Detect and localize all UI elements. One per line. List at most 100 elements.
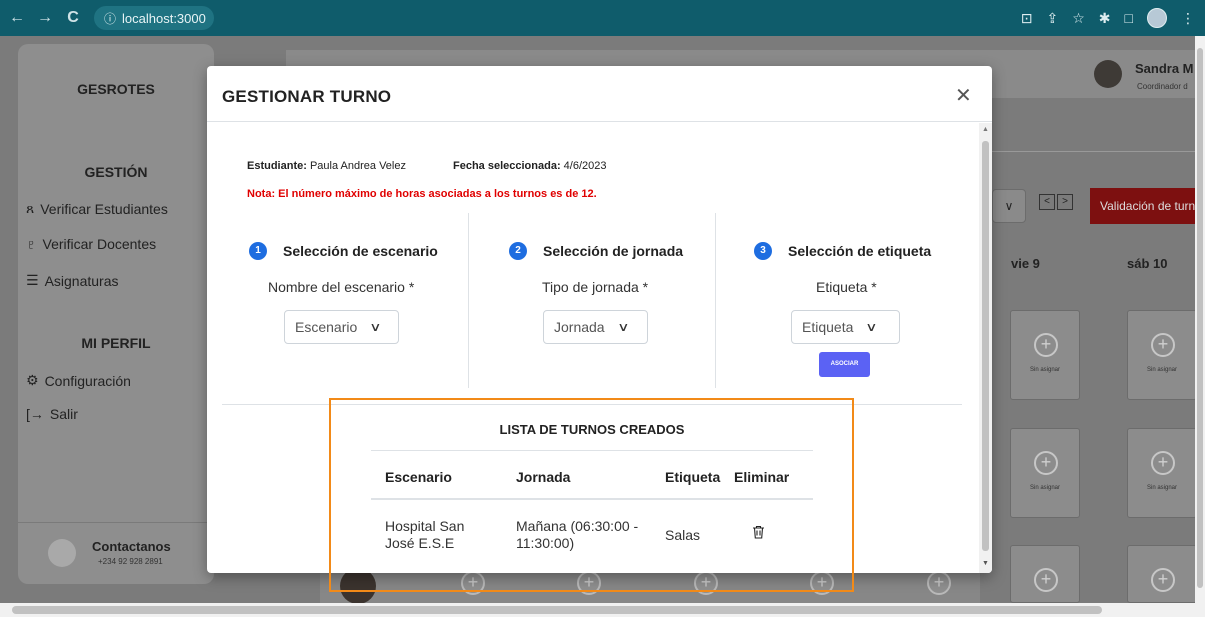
menu-kebab-icon[interactable]: ⋮: [1181, 10, 1195, 27]
plus-circle-icon[interactable]: +: [694, 571, 718, 595]
user-key-icon: ♇: [26, 236, 37, 252]
reload-icon[interactable]: C: [62, 9, 84, 27]
calendar-slot[interactable]: +: [1010, 545, 1080, 603]
column-divider: [715, 213, 716, 388]
forward-icon[interactable]: →: [34, 9, 56, 27]
plus-circle-icon[interactable]: +: [927, 571, 951, 595]
cell-jornada: Mañana (06:30:00 - 11:30:00): [516, 518, 639, 551]
day-header: vie 9: [1011, 256, 1040, 271]
scrollbar-thumb[interactable]: [1197, 48, 1203, 588]
sidebar-section-perfil: MI PERFIL: [81, 335, 151, 351]
chevron-down-icon: ∨: [369, 320, 382, 334]
step-number-badge: 1: [249, 242, 267, 260]
plus-circle-icon[interactable]: +: [461, 571, 485, 595]
column-header-etiqueta: Etiqueta: [665, 469, 721, 485]
modal-body: Estudiante: Paula Andrea Velez Fecha sel…: [207, 123, 979, 573]
column-header-eliminar: Eliminar: [734, 469, 790, 485]
trash-icon[interactable]: [752, 525, 765, 542]
sidebar-section-gestion: GESTIÓN: [84, 164, 148, 180]
sidebar-item-configuracion[interactable]: ⚙ Configuración: [26, 372, 131, 389]
browser-actions: ⊡ ⇪ ☆ ✱ □ ⋮: [1021, 8, 1195, 28]
modal-title: GESTIONAR TURNO: [222, 87, 392, 106]
scrollbar-thumb[interactable]: [982, 141, 989, 551]
calendar-pager: < >: [1039, 194, 1073, 210]
contact-title: Contactanos: [92, 539, 171, 554]
manage-shift-modal: GESTIONAR TURNO ✕ Estudiante: Paula Andr…: [207, 66, 992, 573]
step-title: Selección de escenario: [283, 243, 438, 259]
contact-avatar: [48, 539, 76, 567]
user-avatar[interactable]: [1094, 60, 1122, 88]
plus-circle-icon: +: [1151, 333, 1175, 357]
plus-circle-icon[interactable]: +: [577, 571, 601, 595]
next-week-button[interactable]: >: [1057, 194, 1073, 210]
sidebar-item-asignaturas[interactable]: ☰ Asignaturas: [26, 272, 119, 289]
shift-list-title: LISTA DE TURNOS CREADOS: [499, 422, 685, 437]
calendar-slot[interactable]: + Sin asignar: [1127, 428, 1197, 518]
date-value: 4/6/2023: [563, 160, 607, 172]
scrollbar-thumb[interactable]: [12, 606, 1102, 614]
modal-header: GESTIONAR TURNO ✕: [207, 66, 992, 122]
bookmark-star-icon[interactable]: ☆: [1072, 10, 1085, 27]
gear-icon: ⚙: [26, 372, 39, 388]
sidebar-item-verificar-docentes[interactable]: ♇ Verificar Docentes: [26, 236, 156, 252]
step-escenario-heading: 1 Selección de escenario: [249, 242, 438, 260]
escenario-select[interactable]: Escenario ∨: [284, 310, 399, 344]
section-divider: [222, 404, 962, 405]
cell-etiqueta: Salas: [665, 527, 701, 543]
column-divider: [468, 213, 469, 388]
profile-avatar[interactable]: [1147, 8, 1167, 28]
plus-circle-icon[interactable]: +: [810, 571, 834, 595]
student-value: Paula Andrea Velez: [309, 160, 406, 172]
calendar-view-dropdown[interactable]: ∨: [992, 189, 1026, 223]
column-header-jornada: Jornada: [516, 469, 571, 485]
scroll-up-icon[interactable]: ▲: [982, 126, 989, 133]
cell-escenario: Hospital San José E.S.E: [385, 518, 465, 551]
associate-button[interactable]: ASOCIAR: [819, 352, 870, 377]
install-icon[interactable]: ⊡: [1021, 10, 1033, 27]
prev-week-button[interactable]: <: [1039, 194, 1055, 210]
extensions-icon[interactable]: ✱: [1099, 10, 1111, 27]
plus-circle-icon: +: [1034, 568, 1058, 592]
step-number-badge: 3: [754, 242, 772, 260]
calendar-slot[interactable]: + Sin asignar: [1010, 310, 1080, 400]
share-icon[interactable]: ⇪: [1047, 10, 1059, 27]
etiqueta-select[interactable]: Etiqueta ∨: [791, 310, 900, 344]
user-name: Sandra M: [1135, 61, 1194, 76]
plus-circle-icon: +: [1151, 568, 1175, 592]
plus-circle-icon: +: [1034, 333, 1058, 357]
site-info-icon[interactable]: ⓘ: [104, 10, 116, 27]
sidepanel-icon[interactable]: □: [1125, 10, 1133, 26]
logout-icon: [→: [26, 406, 44, 422]
step-jornada-heading: 2 Selección de jornada: [509, 242, 683, 260]
page-scrollbar-vertical[interactable]: [1195, 36, 1205, 603]
sidebar-contact: Contactanos +234 92 928 2891: [18, 522, 214, 584]
column-header-escenario: Escenario: [385, 469, 452, 485]
back-icon[interactable]: ←: [6, 9, 28, 27]
header-divider: [990, 151, 1195, 152]
user-role: Coordinador d: [1137, 82, 1188, 91]
modal-scrollbar[interactable]: ▲ ▼: [979, 123, 992, 573]
step-title: Selección de jornada: [543, 243, 684, 259]
close-icon[interactable]: ✕: [955, 83, 972, 108]
scroll-down-icon[interactable]: ▼: [982, 560, 989, 567]
etiqueta-label: Etiqueta *: [816, 279, 877, 295]
jornada-select[interactable]: Jornada ∨: [543, 310, 648, 344]
plus-circle-icon: +: [1034, 451, 1058, 475]
chevron-down-icon: ∨: [1004, 199, 1014, 213]
address-bar[interactable]: ⓘ localhost:3000: [94, 6, 214, 30]
jornada-label: Tipo de jornada *: [542, 279, 649, 295]
validate-shifts-button[interactable]: Validación de turno: [1090, 188, 1195, 224]
calendar-slot[interactable]: + Sin asignar: [1127, 310, 1197, 400]
escenario-label: Nombre del escenario *: [268, 279, 415, 295]
sidebar-item-verificar-estudiantes[interactable]: ጸ Verificar Estudiantes: [26, 200, 168, 217]
plus-circle-icon: +: [1151, 451, 1175, 475]
table-top-border: [371, 450, 813, 451]
page-scrollbar-horizontal[interactable]: [0, 603, 1205, 617]
calendar-slot[interactable]: + Sin asignar: [1010, 428, 1080, 518]
chevron-down-icon: ∨: [616, 320, 630, 334]
date-info: Fecha seleccionada: 4/6/2023: [453, 160, 607, 172]
table-header-border: [371, 498, 813, 500]
calendar-slot[interactable]: +: [1127, 545, 1197, 603]
sidebar-item-salir[interactable]: [→ Salir: [26, 406, 78, 422]
address-text: localhost:3000: [122, 10, 206, 26]
